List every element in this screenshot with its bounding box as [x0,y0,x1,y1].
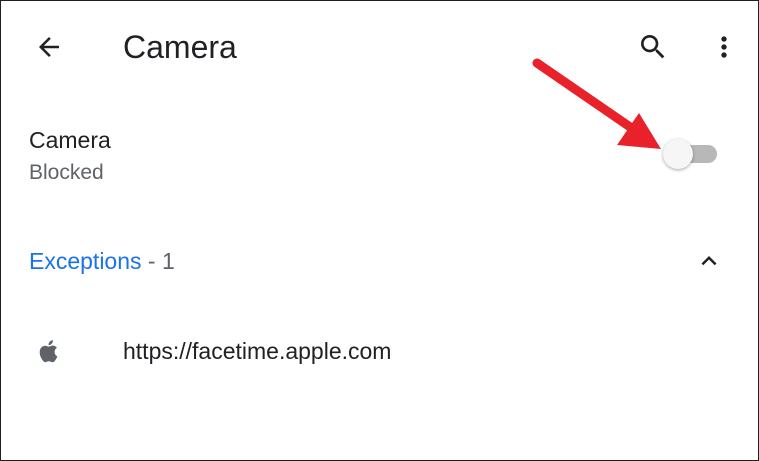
apple-logo-icon [39,340,58,363]
top-app-bar: Camera [1,1,758,93]
site-exception-row[interactable]: https://facetime.apple.com [1,325,758,381]
camera-setting-row[interactable]: Camera Blocked [1,119,758,195]
exceptions-title: Exceptions [29,248,142,274]
exceptions-count: - 1 [141,248,175,274]
more-vert-icon [721,36,727,58]
search-button[interactable] [629,23,677,71]
camera-setting-status: Blocked [29,161,104,184]
camera-toggle[interactable] [663,137,719,171]
more-options-button[interactable] [700,23,748,71]
camera-settings-screen: Camera Camera Blocked Exceptions - 1 htt… [0,0,759,461]
back-button[interactable] [25,23,73,71]
collapse-exceptions-button[interactable] [685,237,733,285]
site-url: https://facetime.apple.com [123,338,392,364]
search-icon [641,35,665,59]
toggle-thumb [663,139,693,169]
arrow-back-icon [39,37,59,57]
page-title: Camera [123,29,237,65]
camera-setting-title: Camera [29,127,111,153]
exceptions-label: Exceptions - 1 [29,245,175,277]
chevron-up-icon [701,256,717,266]
exceptions-header[interactable]: Exceptions - 1 [1,237,758,285]
